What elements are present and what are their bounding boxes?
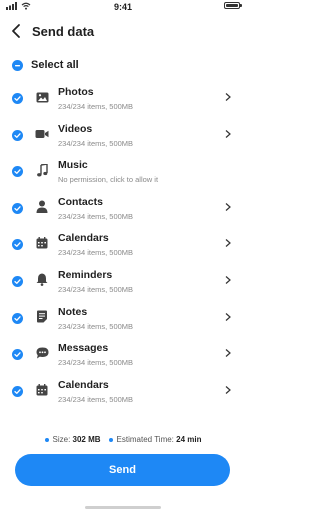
chevron-right-icon xyxy=(225,129,231,138)
send-button[interactable]: Send xyxy=(15,454,230,486)
list-item-calendars[interactable]: Calendars 234/234 items, 500MB xyxy=(0,226,246,263)
item-subtitle: 234/234 items, 500MB xyxy=(58,138,134,148)
checked-icon[interactable] xyxy=(12,385,23,397)
message-icon xyxy=(35,346,49,360)
back-arrow-icon xyxy=(12,24,20,38)
time-info: Estimated Time: 24 min xyxy=(108,435,202,444)
item-title: Calendars xyxy=(58,232,109,245)
list-item-music[interactable]: Music No permission, click to allow it xyxy=(0,153,246,190)
checked-icon[interactable] xyxy=(12,349,23,361)
list-item-contacts[interactable]: Contacts 234/234 items, 500MB xyxy=(0,190,246,227)
list-item-messages[interactable]: Messages 234/234 items, 500MB xyxy=(0,336,246,373)
chevron-right-icon xyxy=(225,312,231,321)
list-item-photos[interactable]: Photos 234/234 items, 500MB xyxy=(0,80,246,117)
item-title: Notes xyxy=(58,305,88,318)
select-all-label: Select all xyxy=(31,59,79,71)
time-label: Estimated Time: xyxy=(116,435,174,444)
transfer-summary: Size: 302 MB Estimated Time: 24 min xyxy=(0,435,246,444)
checked-icon[interactable] xyxy=(12,239,23,251)
chevron-right-icon xyxy=(225,385,231,394)
chevron-right-icon xyxy=(225,239,231,248)
list-item-calendars-2[interactable]: Calendars 234/234 items, 500MB xyxy=(0,373,246,410)
item-title: Calendars xyxy=(58,378,109,391)
list-item-notes[interactable]: Notes 234/234 items, 500MB xyxy=(0,300,246,337)
list-item-reminders[interactable]: Reminders 234/234 items, 500MB xyxy=(0,263,246,300)
item-title: Music xyxy=(58,159,88,172)
status-bar: 9:41 xyxy=(0,0,246,14)
battery-icon xyxy=(224,2,242,9)
item-title: Messages xyxy=(58,342,109,355)
checked-icon[interactable] xyxy=(12,275,23,287)
image-icon xyxy=(35,90,49,104)
calendar-icon xyxy=(35,236,49,250)
item-title: Reminders xyxy=(58,268,113,281)
chevron-right-icon xyxy=(225,202,231,211)
item-subtitle: 234/234 items, 500MB xyxy=(58,102,134,111)
item-title: Videos xyxy=(58,122,93,135)
battery-indicator xyxy=(224,2,242,9)
music-icon xyxy=(35,163,49,177)
item-title: Photos xyxy=(58,86,94,98)
list-item-videos[interactable]: Videos 234/234 items, 500MB xyxy=(0,117,246,154)
time-value: 24 min xyxy=(176,435,202,444)
item-subtitle: 234/234 items, 500MB xyxy=(58,358,134,368)
home-indicator xyxy=(85,506,161,509)
bell-icon xyxy=(35,273,49,287)
item-subtitle: 234/234 items, 500MB xyxy=(58,248,134,258)
chevron-right-icon xyxy=(225,93,231,101)
checked-icon[interactable] xyxy=(12,312,23,324)
calendar-icon xyxy=(35,383,49,397)
checked-icon[interactable] xyxy=(12,129,23,141)
item-subtitle: 234/234 items, 500MB xyxy=(58,321,134,331)
bullet-icon xyxy=(44,437,49,442)
video-icon xyxy=(35,127,49,141)
item-subtitle: No permission, click to allow it xyxy=(58,175,159,185)
item-title: Contacts xyxy=(58,195,103,208)
item-subtitle: 234/234 items, 500MB xyxy=(58,394,134,404)
checked-icon[interactable] xyxy=(12,93,23,104)
page-title: Send data xyxy=(32,24,95,39)
status-time: 9:41 xyxy=(113,2,132,12)
checked-icon[interactable] xyxy=(12,202,23,214)
chevron-right-icon xyxy=(225,276,231,284)
select-all-check-icon[interactable] xyxy=(12,59,23,71)
data-type-list: Photos 234/234 items, 500MB Videos 234/2… xyxy=(0,80,246,409)
size-value: 302 MB xyxy=(72,435,101,444)
size-label: Size: xyxy=(52,435,71,444)
note-icon xyxy=(35,310,49,324)
person-icon xyxy=(35,200,49,214)
checked-icon[interactable] xyxy=(12,166,23,178)
header: Send data xyxy=(0,18,246,46)
item-subtitle: 234/234 items, 500MB xyxy=(58,284,134,294)
select-all-row[interactable]: Select all xyxy=(12,59,79,71)
bullet-icon xyxy=(108,437,113,442)
size-info: Size: 302 MB xyxy=(44,435,101,444)
chevron-right-icon xyxy=(225,349,231,358)
item-subtitle: 234/234 items, 500MB xyxy=(58,211,134,221)
back-button[interactable] xyxy=(8,22,26,40)
